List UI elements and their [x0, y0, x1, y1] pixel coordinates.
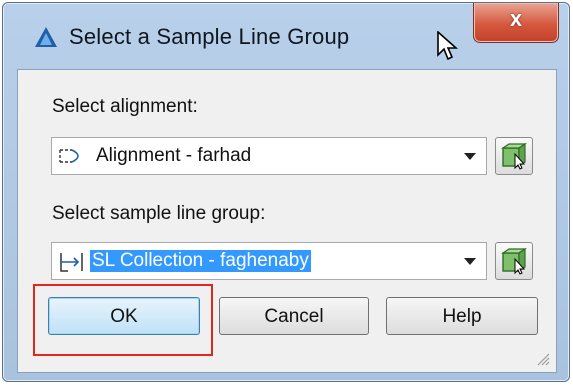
window-title: Select a Sample Line Group [69, 24, 350, 49]
alignment-label: Select alignment: [52, 96, 198, 117]
alignment-value: Alignment - farhad [96, 145, 252, 166]
resize-grip-icon[interactable] [536, 352, 550, 366]
cancel-button[interactable]: Cancel [219, 297, 369, 335]
pick-from-drawing-icon [501, 247, 527, 275]
sample-line-group-dropdown[interactable]: SL Collection - faghenaby [51, 242, 487, 280]
sample-line-group-value: SL Collection - faghenaby [89, 249, 312, 273]
alignment-dropdown[interactable]: Alignment - farhad [51, 137, 487, 175]
mouse-cursor-icon [437, 31, 459, 61]
annotation-highlight-box [33, 284, 213, 356]
pick-from-drawing-icon [501, 142, 527, 170]
alignment-icon [59, 149, 79, 163]
sample-line-group-label: Select sample line group: [52, 203, 266, 224]
chevron-down-icon[interactable] [464, 153, 476, 160]
help-button[interactable]: Help [386, 297, 538, 335]
civil3d-app-icon [35, 27, 57, 47]
close-button[interactable]: x [473, 3, 559, 43]
sample-line-icon [60, 253, 83, 272]
pick-alignment-button[interactable] [495, 137, 533, 175]
pick-sample-line-group-button[interactable] [495, 242, 533, 280]
chevron-down-icon[interactable] [464, 258, 476, 265]
close-icon: x [509, 6, 523, 31]
title-bar[interactable]: Select a Sample Line Group x [3, 3, 569, 69]
